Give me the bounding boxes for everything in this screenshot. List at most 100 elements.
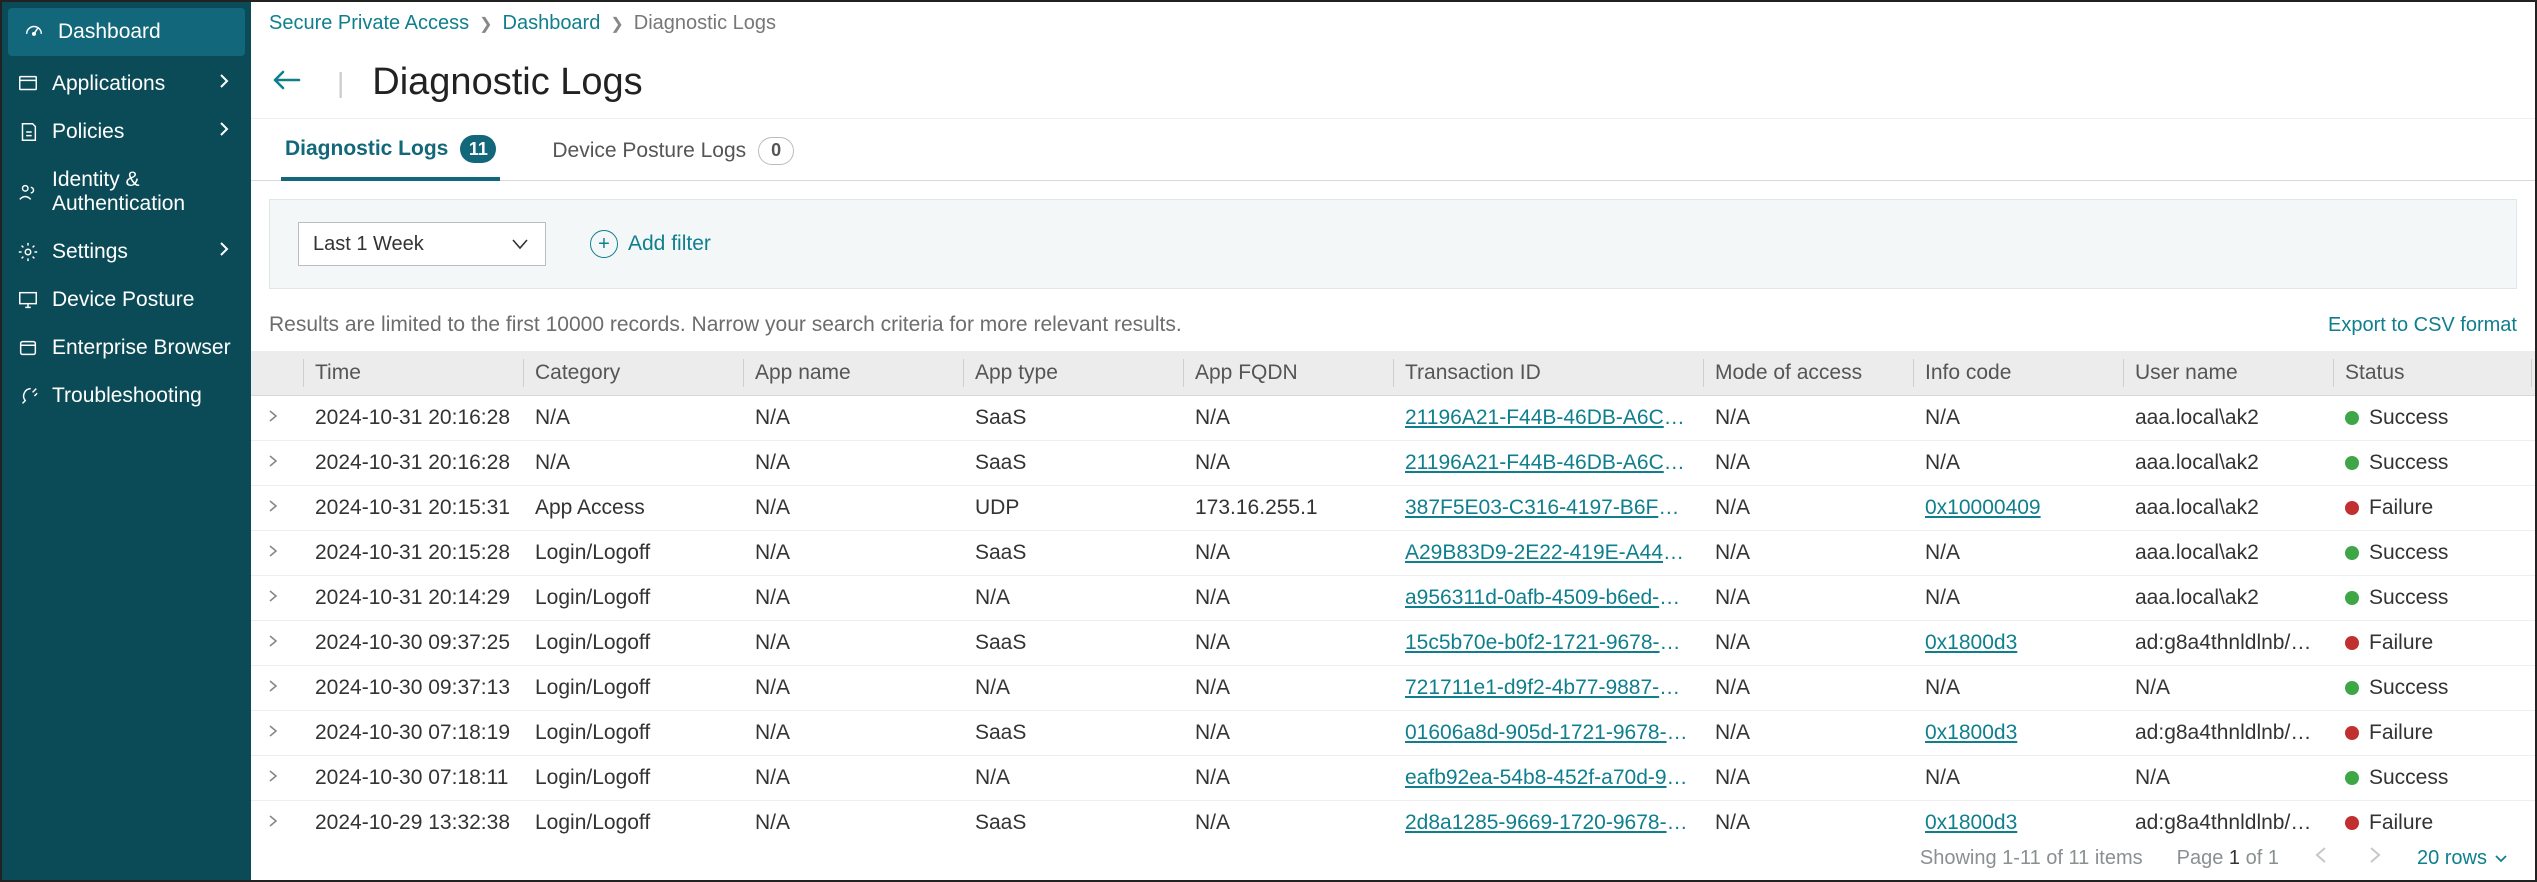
tab-device-posture-logs[interactable]: Device Posture Logs 0 (548, 121, 798, 179)
col-category[interactable]: Category (523, 351, 743, 396)
tab-diagnostic-logs[interactable]: Diagnostic Logs 11 (281, 119, 500, 181)
expand-row-button[interactable] (263, 721, 283, 741)
sidebar-item-applications[interactable]: Applications (2, 60, 251, 108)
chevron-down-icon (2493, 850, 2509, 866)
cell-transaction-id[interactable]: 387F5E03-C316-4197-B6FF-FBB… (1393, 486, 1703, 531)
cell-info-code[interactable]: 0x1800d3 (1913, 621, 2123, 666)
cell-transaction-id[interactable]: 15c5b70e-b0f2-1721-9678-0022… (1393, 621, 1703, 666)
col-fqdn[interactable]: App FQDN (1183, 351, 1393, 396)
cell-mode: N/A (1703, 576, 1913, 621)
sidebar-icon (22, 20, 46, 44)
expand-row-button[interactable] (263, 496, 283, 516)
expand-row-button[interactable] (263, 811, 283, 831)
cell-status: Success (2333, 576, 2531, 621)
time-range-select[interactable]: Last 1 Week (298, 222, 546, 266)
cell-mode: N/A (1703, 756, 1913, 801)
next-page-button[interactable] (2365, 846, 2383, 870)
table-row: 2024-10-31 20:14:29 Login/Logoff N/A N/A… (251, 576, 2535, 621)
cell-fqdn: N/A (1183, 531, 1393, 576)
cell-mode: N/A (1703, 666, 1913, 711)
cell-info-code[interactable]: 0x1800d3 (1913, 711, 2123, 756)
title-bar: | Diagnostic Logs (251, 41, 2535, 118)
cell-info-code[interactable]: 0x10000409 (1913, 486, 2123, 531)
cell-mode: N/A (1703, 621, 1913, 666)
cell-app-type: SaaS (963, 396, 1183, 441)
cell-transaction-id[interactable]: 2d8a1285-9669-1720-9678-000d… (1393, 801, 1703, 837)
status-dot-icon (2345, 636, 2359, 650)
col-info[interactable]: Info code (1913, 351, 2123, 396)
sidebar-icon (16, 384, 40, 408)
sidebar-item-settings[interactable]: Settings (2, 228, 251, 276)
col-app-type[interactable]: App type (963, 351, 1183, 396)
breadcrumb-root[interactable]: Secure Private Access (269, 12, 469, 35)
cell-category: App Access (523, 486, 743, 531)
status-dot-icon (2345, 456, 2359, 470)
sidebar-item-device-posture[interactable]: Device Posture (2, 276, 251, 324)
expand-row-button[interactable] (263, 586, 283, 606)
sidebar-item-enterprise-browser[interactable]: Enterprise Browser (2, 324, 251, 372)
expand-row-button[interactable] (263, 406, 283, 426)
cell-transaction-id[interactable]: eafb92ea-54b8-452f-a70d-93fa… (1393, 756, 1703, 801)
cell-app-name: N/A (743, 486, 963, 531)
expand-row-button[interactable] (263, 451, 283, 471)
prev-page-button[interactable] (2313, 846, 2331, 870)
cell-transaction-id[interactable]: 721711e1-d9f2-4b77-9887-6e38a… (1393, 666, 1703, 711)
cell-info-code: N/A (1913, 441, 2123, 486)
cell-mode: N/A (1703, 531, 1913, 576)
sidebar-item-troubleshooting[interactable]: Troubleshooting (2, 372, 251, 420)
add-filter-button[interactable]: + Add filter (590, 230, 711, 258)
export-csv-link[interactable]: Export to CSV format (2328, 314, 2517, 337)
sidebar-item-label: Device Posture (52, 288, 194, 312)
page-title: Diagnostic Logs (372, 61, 642, 104)
col-status[interactable]: Status (2333, 351, 2531, 396)
breadcrumb-leaf: Diagnostic Logs (634, 12, 776, 35)
filter-bar: Last 1 Week + Add filter (269, 199, 2517, 289)
chevron-right-icon (215, 240, 233, 264)
cell-fqdn: N/A (1183, 801, 1393, 837)
sidebar-item-label: Dashboard (58, 20, 161, 44)
cell-transaction-id[interactable]: A29B83D9-2E22-419E-A44F-82… (1393, 531, 1703, 576)
col-txn[interactable]: Transaction ID (1393, 351, 1703, 396)
tabs: Diagnostic Logs 11 Device Posture Logs 0 (251, 118, 2535, 181)
cell-category: Login/Logoff (523, 666, 743, 711)
cell-status: Success (2333, 441, 2531, 486)
sidebar-icon (16, 288, 40, 312)
expand-row-button[interactable] (263, 631, 283, 651)
cell-time: 2024-10-29 13:32:38 (303, 801, 523, 837)
cell-user: aaa.local\ak2 (2123, 531, 2333, 576)
results-row: Results are limited to the first 10000 r… (251, 289, 2535, 351)
col-app-name[interactable]: App name (743, 351, 963, 396)
cell-fqdn: N/A (1183, 666, 1393, 711)
back-icon[interactable] (269, 66, 309, 100)
sidebar-item-policies[interactable]: Policies (2, 108, 251, 156)
cell-app-type: N/A (963, 756, 1183, 801)
sidebar-item-label: Troubleshooting (52, 384, 202, 408)
col-user[interactable]: User name (2123, 351, 2333, 396)
table-row: 2024-10-31 20:15:28 Login/Logoff N/A Saa… (251, 531, 2535, 576)
cell-info-code[interactable]: 0x1800d3 (1913, 801, 2123, 837)
add-column-button[interactable]: + (2531, 351, 2535, 396)
cell-mode: N/A (1703, 441, 1913, 486)
breadcrumb-mid[interactable]: Dashboard (503, 12, 601, 35)
table-row: 2024-10-30 09:37:13 Login/Logoff N/A N/A… (251, 666, 2535, 711)
expand-row-button[interactable] (263, 541, 283, 561)
cell-time: 2024-10-30 09:37:25 (303, 621, 523, 666)
cell-app-name: N/A (743, 801, 963, 837)
cell-time: 2024-10-31 20:16:28 (303, 441, 523, 486)
expand-row-button[interactable] (263, 766, 283, 786)
cell-transaction-id[interactable]: 01606a8d-905d-1721-9678-000d… (1393, 711, 1703, 756)
cell-app-type: SaaS (963, 441, 1183, 486)
cell-fqdn: N/A (1183, 621, 1393, 666)
expand-row-button[interactable] (263, 676, 283, 696)
cell-time: 2024-10-31 20:14:29 (303, 576, 523, 621)
cell-transaction-id[interactable]: 21196A21-F44B-46DB-A6CB-A89… (1393, 441, 1703, 486)
rows-per-page-select[interactable]: 20 rows (2417, 847, 2509, 870)
status-dot-icon (2345, 681, 2359, 695)
cell-transaction-id[interactable]: 21196A21-F44B-46DB-A6CB-A89… (1393, 396, 1703, 441)
table-row: 2024-10-30 07:18:19 Login/Logoff N/A Saa… (251, 711, 2535, 756)
sidebar-item-identity-authentication[interactable]: Identity & Authentication (2, 156, 251, 228)
col-time[interactable]: Time (303, 351, 523, 396)
sidebar-item-dashboard[interactable]: Dashboard (8, 8, 245, 56)
col-mode[interactable]: Mode of access (1703, 351, 1913, 396)
cell-transaction-id[interactable]: a956311d-0afb-4509-b6ed-40bb… (1393, 576, 1703, 621)
